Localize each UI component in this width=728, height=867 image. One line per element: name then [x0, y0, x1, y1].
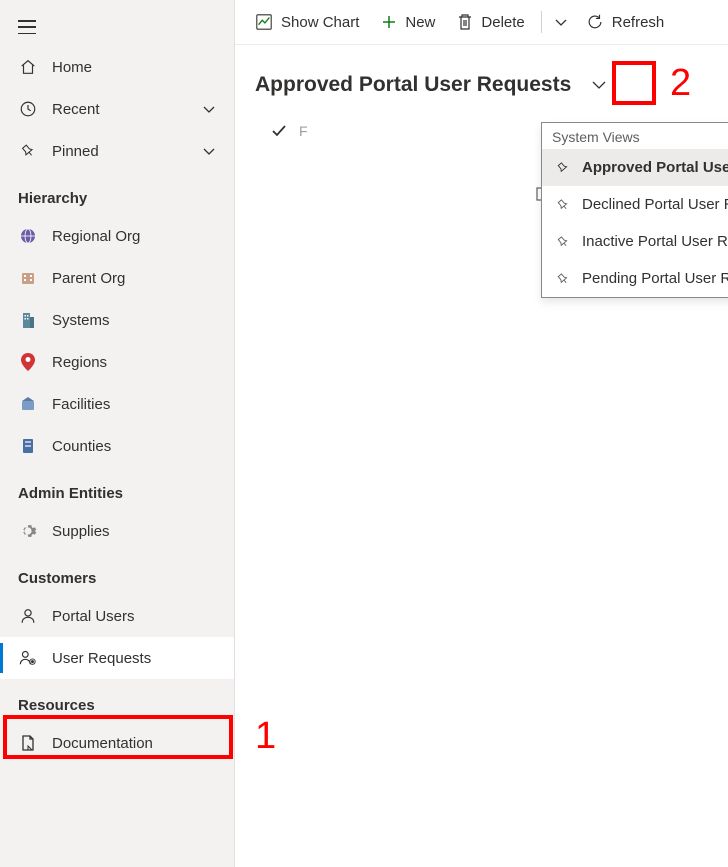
nav-home[interactable]: Home	[0, 46, 234, 88]
sidebar: Home Recent Pinned	[0, 0, 235, 867]
sidebar-item-documentation[interactable]: Documentation	[0, 722, 234, 764]
dropdown-item-label: Approved Portal User Requests	[582, 159, 728, 176]
view-header: Approved Portal User Requests	[235, 45, 728, 113]
dropdown-item-label: Pending Portal User Requests	[582, 270, 728, 287]
chevron-down-icon	[202, 144, 216, 158]
person-gear-icon	[18, 648, 38, 668]
delete-button[interactable]: Delete	[447, 7, 534, 37]
chevron-down-icon	[202, 102, 216, 116]
sidebar-item-label: Regions	[52, 354, 216, 371]
sidebar-item-label: Regional Org	[52, 228, 216, 245]
sidebar-item-regions[interactable]: Regions	[0, 341, 234, 383]
gear-icon	[18, 521, 38, 541]
section-admin-header: Admin Entities	[0, 467, 234, 510]
sidebar-item-systems[interactable]: Systems	[0, 299, 234, 341]
annotation-label-2: 2	[670, 62, 691, 105]
sidebar-item-counties[interactable]: Counties	[0, 425, 234, 467]
trash-icon	[457, 13, 473, 31]
new-button[interactable]: New	[371, 8, 445, 37]
sidebar-item-label: Documentation	[52, 735, 216, 752]
home-icon	[18, 57, 38, 77]
dropdown-item-approved[interactable]: Approved Portal User Requests	[542, 149, 728, 186]
view-dropdown-menu: System Views Approved Portal User Reques…	[541, 122, 728, 298]
sidebar-item-label: Facilities	[52, 396, 216, 413]
chart-icon	[255, 13, 273, 31]
refresh-button[interactable]: Refresh	[576, 7, 675, 37]
chevron-down-icon	[591, 77, 607, 93]
section-hierarchy-header: Hierarchy	[0, 172, 234, 215]
refresh-icon	[586, 13, 604, 31]
chevron-down-icon	[554, 15, 568, 29]
dropdown-item-declined[interactable]: Declined Portal User Requests	[542, 186, 728, 223]
county-icon	[18, 436, 38, 456]
dropdown-item-inactive[interactable]: Inactive Portal User Requests	[542, 223, 728, 260]
delete-label: Delete	[481, 14, 524, 31]
new-label: New	[405, 14, 435, 31]
org-icon	[18, 268, 38, 288]
pin-icon	[556, 198, 570, 212]
dropdown-item-label: Declined Portal User Requests	[582, 196, 728, 213]
hamburger-menu[interactable]	[0, 8, 234, 46]
separator	[541, 11, 542, 33]
show-chart-label: Show Chart	[281, 14, 359, 31]
main-content: Show Chart New Delete	[235, 0, 728, 867]
section-resources-header: Resources	[0, 679, 234, 722]
globe-icon	[18, 226, 38, 246]
nav-recent[interactable]: Recent	[0, 88, 234, 130]
sidebar-item-regional-org[interactable]: Regional Org	[0, 215, 234, 257]
annotation-label-1: 1	[255, 715, 276, 758]
pin-icon	[18, 141, 38, 161]
pin-icon	[556, 235, 570, 249]
dropdown-more-button[interactable]	[548, 9, 574, 35]
view-selector-button[interactable]	[581, 67, 617, 103]
sidebar-item-label: Systems	[52, 312, 216, 329]
dropdown-item-label: Inactive Portal User Requests	[582, 233, 728, 250]
nav-pinned-label: Pinned	[52, 143, 202, 160]
sidebar-item-label: Parent Org	[52, 270, 216, 287]
map-pin-icon	[18, 352, 38, 372]
dropdown-header: System Views	[542, 123, 728, 149]
person-icon	[18, 606, 38, 626]
sidebar-item-label: User Requests	[52, 650, 216, 667]
sidebar-item-facilities[interactable]: Facilities	[0, 383, 234, 425]
building-icon	[18, 310, 38, 330]
sidebar-item-label: Supplies	[52, 523, 216, 540]
section-customers-header: Customers	[0, 552, 234, 595]
partial-text: F	[299, 123, 308, 139]
nav-recent-label: Recent	[52, 101, 202, 118]
sidebar-item-parent-org[interactable]: Parent Org	[0, 257, 234, 299]
nav-pinned[interactable]: Pinned	[0, 130, 234, 172]
sidebar-item-portal-users[interactable]: Portal Users	[0, 595, 234, 637]
pin-icon	[556, 272, 570, 286]
view-title: Approved Portal User Requests	[255, 73, 571, 97]
sidebar-item-label: Counties	[52, 438, 216, 455]
nav-home-label: Home	[52, 59, 216, 76]
document-icon	[18, 733, 38, 753]
command-bar: Show Chart New Delete	[235, 0, 728, 45]
plus-icon	[381, 14, 397, 30]
refresh-label: Refresh	[612, 14, 665, 31]
pin-icon	[556, 161, 570, 175]
facility-icon	[18, 394, 38, 414]
hamburger-icon	[18, 20, 36, 34]
dropdown-item-pending[interactable]: Pending Portal User Requests	[542, 260, 728, 297]
sidebar-item-user-requests[interactable]: User Requests	[0, 637, 234, 679]
clock-icon	[18, 99, 38, 119]
check-icon	[271, 123, 287, 139]
sidebar-item-supplies[interactable]: Supplies	[0, 510, 234, 552]
show-chart-button[interactable]: Show Chart	[245, 7, 369, 37]
sidebar-item-label: Portal Users	[52, 608, 216, 625]
